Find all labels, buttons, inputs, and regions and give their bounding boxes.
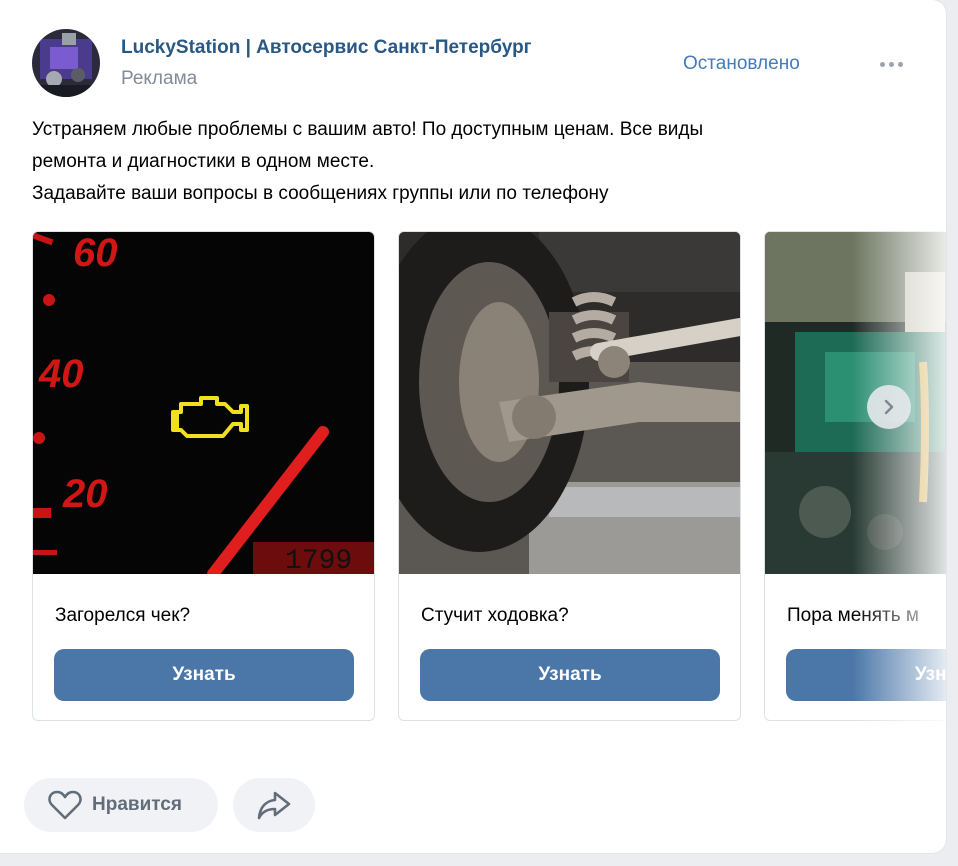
card-title: Стучит ходовка? <box>421 605 569 626</box>
learn-more-button[interactable]: Узна <box>786 649 946 701</box>
odometer-readout: 1799 <box>285 546 352 574</box>
ad-post: LuckyStation | Автосервис Санкт-Петербур… <box>0 0 946 853</box>
card-image-suspension[interactable] <box>399 232 740 574</box>
carousel-card[interactable]: Пора менять м Узна <box>764 231 946 721</box>
share-icon <box>257 790 291 820</box>
learn-more-button[interactable]: Узнать <box>420 649 720 701</box>
like-label: Нравится <box>92 794 182 815</box>
more-options-icon[interactable] <box>868 46 914 82</box>
card-title: Загорелся чек? <box>55 605 191 626</box>
post-text-line: Устраняем любые проблемы с вашим авто! П… <box>32 119 704 140</box>
author-name-link[interactable]: LuckyStation | Автосервис Санкт-Петербур… <box>121 37 532 59</box>
carousel-card[interactable]: 60 40 20 1799 Загорелся чек? Узнать <box>32 231 375 721</box>
card-title: Пора менять м <box>787 605 919 626</box>
learn-more-button[interactable]: Узнать <box>54 649 354 701</box>
speed-mark: 60 <box>73 232 118 275</box>
card-image-dashboard[interactable]: 60 40 20 1799 <box>33 232 374 574</box>
speed-mark: 20 <box>62 472 108 516</box>
chevron-right-icon[interactable] <box>867 385 911 429</box>
ad-status[interactable]: Остановлено <box>683 53 800 75</box>
carousel-card[interactable]: Стучит ходовка? Узнать <box>398 231 741 721</box>
heart-icon <box>48 790 82 820</box>
ad-label: Реклама <box>121 68 198 89</box>
like-button[interactable]: Нравится <box>24 778 218 832</box>
post-text: Устраняем любые проблемы с вашим авто! П… <box>32 114 912 210</box>
post-text-line: ремонта и диагностики в одном месте. <box>32 151 375 172</box>
post-text-line: Задавайте ваши вопросы в сообщениях груп… <box>32 183 609 204</box>
share-button[interactable] <box>233 778 315 832</box>
card-image-engine-oil[interactable] <box>765 232 946 574</box>
author-avatar[interactable] <box>32 29 100 97</box>
ad-carousel: 60 40 20 1799 Загорелся чек? Узнать Стуч… <box>32 231 946 723</box>
speed-mark: 40 <box>38 352 84 396</box>
